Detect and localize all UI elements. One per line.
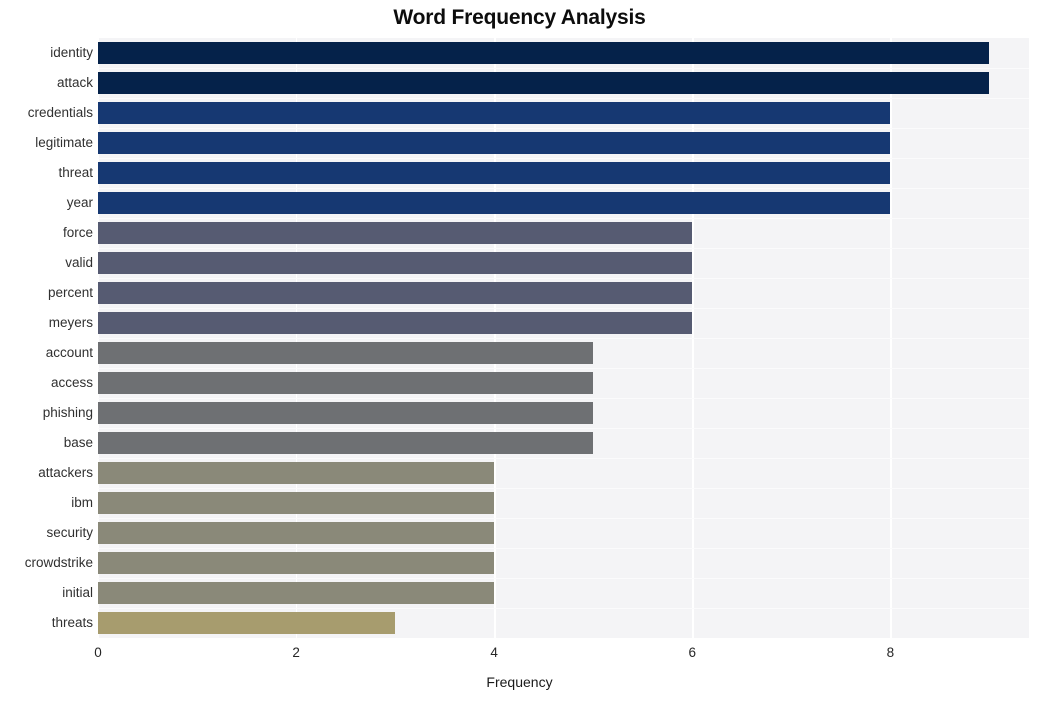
y-gridline bbox=[98, 368, 1029, 370]
y-axis-tick-label: credentials bbox=[27, 105, 93, 120]
bar bbox=[98, 192, 891, 214]
bar bbox=[98, 132, 891, 154]
y-axis-tick-labels: identity attack credentials legitimate threa… bbox=[0, 38, 93, 638]
bar bbox=[98, 522, 495, 544]
y-axis-tick-label: identity bbox=[50, 45, 93, 60]
y-gridline bbox=[98, 578, 1029, 580]
y-axis-tick-label: percent bbox=[47, 285, 93, 300]
bar bbox=[98, 222, 693, 244]
y-axis-tick-label: account bbox=[45, 345, 93, 360]
y-axis-tick-label: crowdstrike bbox=[24, 555, 93, 570]
y-gridline bbox=[98, 458, 1029, 460]
y-gridline bbox=[98, 68, 1029, 70]
bar bbox=[98, 492, 495, 514]
y-gridline bbox=[98, 248, 1029, 250]
y-gridline bbox=[98, 338, 1029, 340]
y-gridline bbox=[98, 278, 1029, 280]
bar bbox=[98, 432, 594, 454]
bar bbox=[98, 372, 594, 394]
x-axis-tick-label: 0 bbox=[94, 645, 102, 660]
x-axis-tick-label: 4 bbox=[490, 645, 498, 660]
bar bbox=[98, 402, 594, 424]
y-axis-tick-label: security bbox=[46, 525, 93, 540]
y-axis-tick-label: valid bbox=[65, 255, 93, 270]
y-gridline bbox=[98, 188, 1029, 190]
bar bbox=[98, 612, 396, 634]
bar bbox=[98, 342, 594, 364]
y-axis-tick-label: legitimate bbox=[35, 135, 93, 150]
y-axis-tick-label: year bbox=[66, 195, 93, 210]
y-gridline bbox=[98, 158, 1029, 160]
x-axis-title: Frequency bbox=[486, 674, 553, 690]
y-gridline bbox=[98, 428, 1029, 430]
y-axis-tick-label: phishing bbox=[42, 405, 93, 420]
bar bbox=[98, 312, 693, 334]
x-axis-tick-label: 6 bbox=[688, 645, 697, 660]
y-gridline bbox=[98, 548, 1029, 550]
bar bbox=[98, 42, 990, 64]
y-axis-tick-label: force bbox=[62, 225, 93, 240]
x-axis-tick-labels: 0 2 4 6 8 bbox=[0, 645, 1039, 665]
y-axis-tick-label: base bbox=[63, 435, 93, 450]
bar bbox=[98, 582, 495, 604]
y-axis-tick-label: threats bbox=[51, 615, 93, 630]
y-gridline bbox=[98, 398, 1029, 400]
bar bbox=[98, 462, 495, 484]
y-axis-tick-label: attack bbox=[56, 75, 93, 90]
chart-title: Word Frequency Analysis bbox=[393, 6, 646, 29]
y-axis-tick-label: threat bbox=[58, 165, 93, 180]
bar bbox=[98, 282, 693, 304]
x-axis-tick-label: 8 bbox=[886, 645, 895, 660]
x-axis-tick-label: 2 bbox=[292, 645, 300, 660]
y-axis-tick-label: initial bbox=[62, 585, 93, 600]
y-axis-tick-label: access bbox=[50, 375, 93, 390]
chart-figure: Word Frequency Analysis identity attack cr… bbox=[0, 0, 1039, 701]
y-gridline bbox=[98, 98, 1029, 100]
bar bbox=[98, 552, 495, 574]
bar bbox=[98, 252, 693, 274]
y-gridline bbox=[98, 488, 1029, 490]
y-axis-tick-label: attackers bbox=[38, 465, 93, 480]
y-gridline bbox=[98, 518, 1029, 520]
y-gridline bbox=[98, 308, 1029, 310]
plot-area bbox=[98, 38, 1029, 638]
bar bbox=[98, 162, 891, 184]
bar bbox=[98, 102, 891, 124]
bar bbox=[98, 72, 990, 94]
y-gridline bbox=[98, 608, 1029, 610]
y-axis-tick-label: meyers bbox=[48, 315, 93, 330]
y-gridline bbox=[98, 218, 1029, 220]
y-gridline bbox=[98, 128, 1029, 130]
y-axis-tick-label: ibm bbox=[71, 495, 93, 510]
